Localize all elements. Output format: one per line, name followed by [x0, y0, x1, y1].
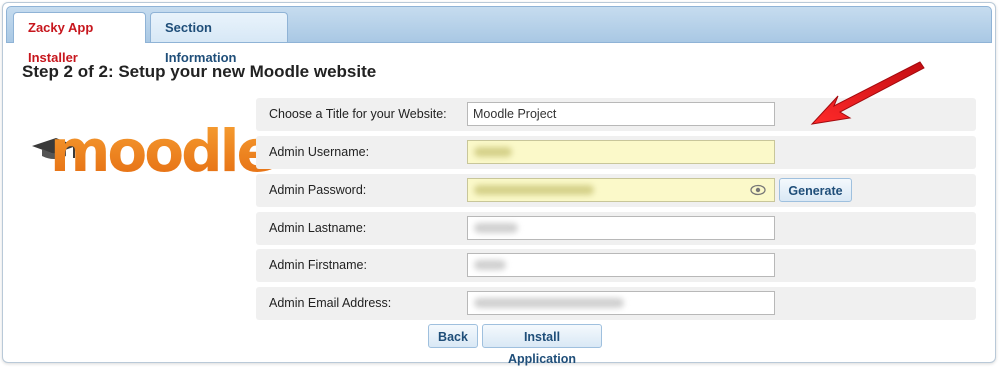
eye-icon[interactable]	[750, 183, 766, 197]
email-label: Admin Email Address:	[269, 296, 392, 310]
lastname-row: Admin Lastname:	[256, 212, 976, 245]
password-row: Admin Password: Generate	[256, 174, 976, 207]
admin-firstname-input[interactable]	[467, 253, 775, 277]
lastname-label: Admin Lastname:	[269, 221, 367, 235]
password-label: Admin Password:	[269, 183, 367, 197]
redacted-value	[474, 147, 512, 157]
red-arrow-annotation	[810, 61, 925, 125]
firstname-row: Admin Firstname:	[256, 249, 976, 282]
redacted-value	[474, 223, 518, 233]
moodle-logo: moodle	[30, 117, 276, 198]
tab-bar: Zacky App Installer Section Information	[6, 6, 992, 65]
redacted-value	[474, 260, 506, 270]
back-button[interactable]: Back	[428, 324, 478, 348]
admin-email-input[interactable]	[467, 291, 775, 315]
website-title-input[interactable]	[467, 102, 775, 126]
username-row: Admin Username:	[256, 136, 976, 169]
generate-button[interactable]: Generate	[779, 178, 852, 202]
title-label: Choose a Title for your Website:	[269, 107, 447, 121]
redacted-value	[474, 298, 624, 308]
username-label: Admin Username:	[269, 145, 370, 159]
tab-zacky-app-installer[interactable]: Zacky App Installer	[13, 12, 146, 65]
admin-password-input[interactable]	[467, 178, 775, 202]
moodle-wordmark: moodle	[50, 117, 276, 185]
tab-section-information[interactable]: Section Information	[150, 12, 288, 65]
redacted-value	[474, 185, 594, 195]
install-application-button[interactable]: Install Application	[482, 324, 602, 366]
admin-username-input[interactable]	[467, 140, 775, 164]
admin-lastname-input[interactable]	[467, 216, 775, 240]
firstname-label: Admin Firstname:	[269, 258, 367, 272]
page-title: Step 2 of 2: Setup your new Moodle websi…	[22, 62, 377, 81]
email-row: Admin Email Address:	[256, 287, 976, 320]
